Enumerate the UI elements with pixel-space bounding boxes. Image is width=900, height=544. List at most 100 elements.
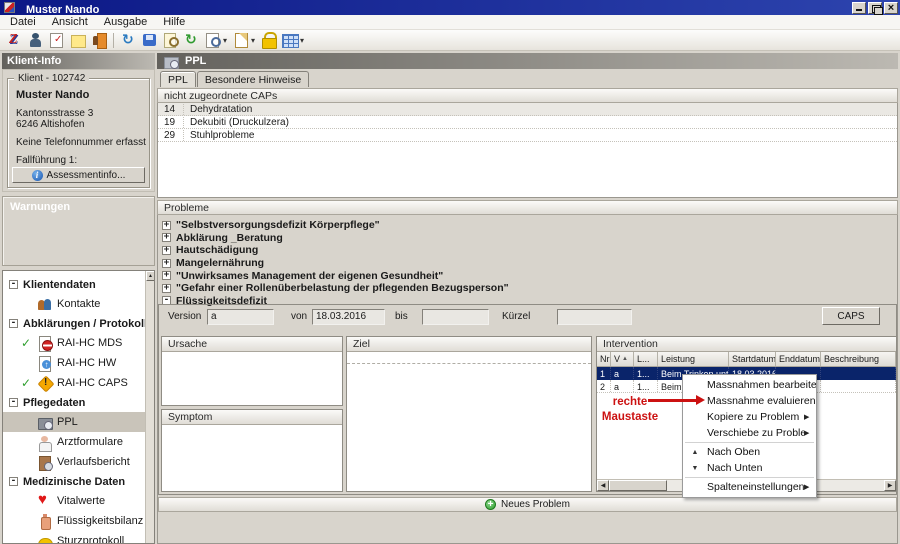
caps-row[interactable]: 29 Stuhlprobleme: [158, 129, 897, 142]
ppl-panel-header: PPL: [157, 53, 898, 69]
tasks-icon[interactable]: [48, 32, 65, 48]
print-preview-icon[interactable]: [204, 32, 221, 48]
ziel-panel: Ziel: [346, 336, 592, 492]
symptom-panel: Symptom: [161, 409, 343, 492]
ppl-panel-title: PPL: [185, 55, 206, 67]
minimize-button[interactable]: [852, 2, 866, 14]
tree-section-medizinische-daten[interactable]: Medizinische Daten: [3, 472, 154, 491]
version-label: Version: [168, 311, 201, 322]
close-button[interactable]: [884, 2, 898, 14]
column-l[interactable]: L...: [634, 352, 658, 366]
problem-item[interactable]: "Unwirksames Management der eigenen Gesu…: [162, 269, 892, 282]
menu-item-verschiebe-zu-problem[interactable]: Verschiebe zu Problem: [683, 425, 816, 441]
tree-section-abklaerungen[interactable]: Abklärungen / Protokolle: [3, 314, 154, 333]
menu-item-kopiere-zu-problem[interactable]: Kopiere zu Problem: [683, 409, 816, 425]
problem-item[interactable]: Hautschädigung: [162, 244, 892, 257]
refresh-icon[interactable]: [120, 32, 137, 48]
submenu-arrow-icon: [804, 483, 816, 491]
collapse-icon[interactable]: [9, 477, 18, 486]
tree-item-verlaufsbericht[interactable]: Verlaufsbericht: [3, 452, 146, 472]
client-icon[interactable]: [27, 32, 44, 48]
case-lead1-label: Fallführung 1:: [16, 155, 149, 166]
contacts-icon: [36, 297, 54, 312]
tree-item-sturzprotokoll[interactable]: Sturzprotokoll: [3, 531, 146, 544]
menu-datei[interactable]: Datei: [0, 16, 44, 28]
lock-icon[interactable]: [260, 32, 277, 48]
menu-item-massnahmen-bearbeiten[interactable]: Massnahmen bearbeiten...: [683, 377, 816, 393]
dropdown-arrow-icon[interactable]: ▾: [300, 36, 304, 45]
tree-item-ppl[interactable]: PPL: [3, 412, 146, 432]
grid-icon[interactable]: [281, 32, 298, 48]
expand-icon[interactable]: [162, 271, 171, 280]
scroll-left-icon[interactable]: [597, 480, 609, 491]
tab-besondere-hinweise[interactable]: Besondere Hinweise: [197, 71, 309, 87]
expand-icon[interactable]: [162, 284, 171, 293]
problem-item[interactable]: "Selbstversorgungsdefizit Körperpflege": [162, 219, 892, 232]
notes-icon[interactable]: [69, 32, 86, 48]
empty-ziel-row[interactable]: [347, 352, 591, 364]
expand-icon[interactable]: [162, 259, 171, 268]
tab-ppl[interactable]: PPL: [160, 71, 196, 87]
column-leistung[interactable]: Leistung: [658, 352, 729, 366]
problem-item[interactable]: "Gefahr einer Rollenüberbelastung der pf…: [162, 282, 892, 295]
menu-ansicht[interactable]: Ansicht: [44, 16, 96, 28]
ursache-panel: Ursache: [161, 336, 343, 406]
menu-item-nach-oben[interactable]: Nach Oben: [683, 444, 816, 460]
caps-row[interactable]: 19 Dekubiti (Druckulzera): [158, 116, 897, 129]
problem-item[interactable]: Abklärung _Beratung: [162, 232, 892, 245]
caps-table: 14 Dehydratation 19 Dekubiti (Druckulzer…: [157, 103, 898, 198]
dropdown-arrow-icon[interactable]: ▾: [251, 36, 255, 45]
sync-icon[interactable]: [183, 32, 200, 48]
expand-icon[interactable]: [162, 221, 171, 230]
von-date-field[interactable]: 18.03.2016: [312, 309, 385, 325]
assessment-info-button[interactable]: Assessmentinfo...: [12, 167, 145, 183]
scroll-up-icon[interactable]: [146, 271, 155, 281]
problem-item[interactable]: Mangelernährung: [162, 257, 892, 270]
save-icon[interactable]: [141, 32, 158, 48]
logout-icon[interactable]: [90, 32, 107, 48]
collapse-icon[interactable]: [9, 280, 18, 289]
column-nr[interactable]: Nr: [597, 352, 611, 366]
new-problem-button[interactable]: Neues Problem: [158, 497, 897, 512]
tree-item-vitalwerte[interactable]: Vitalwerte: [3, 491, 146, 511]
expand-icon[interactable]: [162, 233, 171, 242]
exit-icon[interactable]: [6, 32, 23, 48]
documents-icon[interactable]: [232, 32, 249, 48]
client-info-title: Klient-Info: [7, 55, 61, 67]
collapse-icon[interactable]: [9, 319, 18, 328]
restore-button[interactable]: [868, 2, 882, 14]
column-enddatum[interactable]: Enddatum: [776, 352, 821, 366]
scrollbar-thumb[interactable]: [609, 480, 667, 491]
expand-icon[interactable]: [162, 246, 171, 255]
menu-ausgabe[interactable]: Ausgabe: [96, 16, 155, 28]
column-v[interactable]: V: [611, 352, 634, 366]
tree-item-rai-hc-hw[interactable]: RAI-HC HW: [3, 353, 146, 373]
collapse-icon[interactable]: [9, 398, 18, 407]
menu-item-spalteneinstellungen[interactable]: Spalteneinstellungen: [683, 479, 816, 495]
menu-hilfe[interactable]: Hilfe: [155, 16, 193, 28]
column-startdatum[interactable]: Startdatum: [729, 352, 776, 366]
tree-scrollbar[interactable]: [145, 271, 154, 543]
dropdown-arrow-icon[interactable]: ▾: [223, 36, 227, 45]
preview-icon[interactable]: [162, 32, 179, 48]
context-menu: Massnahmen bearbeiten... Massnahme evalu…: [682, 374, 817, 498]
caps-row[interactable]: 14 Dehydratation: [158, 103, 897, 116]
tree-section-pflegedaten[interactable]: Pflegedaten: [3, 393, 154, 412]
version-field[interactable]: a: [207, 309, 274, 325]
tree-item-rai-hc-mds[interactable]: ✓ RAI-HC MDS: [3, 333, 146, 353]
column-beschreibung[interactable]: Beschreibung: [821, 352, 896, 366]
bis-date-field[interactable]: [422, 309, 489, 325]
intervention-column-headers: Nr V L... Leistung Startdatum Enddatum B…: [597, 352, 896, 367]
kuerzel-field[interactable]: [557, 309, 632, 325]
ursache-header: Ursache: [162, 337, 342, 352]
tree-item-kontakte[interactable]: Kontakte: [3, 294, 146, 314]
bis-label: bis: [395, 311, 408, 322]
menu-item-nach-unten[interactable]: Nach Unten: [683, 460, 816, 476]
tree-item-fluessigkeitsbilanz[interactable]: Flüssigkeitsbilanz: [3, 511, 146, 531]
tree-item-rai-hc-caps[interactable]: ✓ RAI-HC CAPS: [3, 373, 146, 393]
scroll-right-icon[interactable]: [884, 480, 896, 491]
von-label: von: [291, 311, 307, 322]
caps-button[interactable]: CAPS: [822, 307, 880, 325]
tree-section-klientendaten[interactable]: Klientendaten: [3, 275, 154, 294]
tree-item-arztformulare[interactable]: Arztformulare: [3, 432, 146, 452]
